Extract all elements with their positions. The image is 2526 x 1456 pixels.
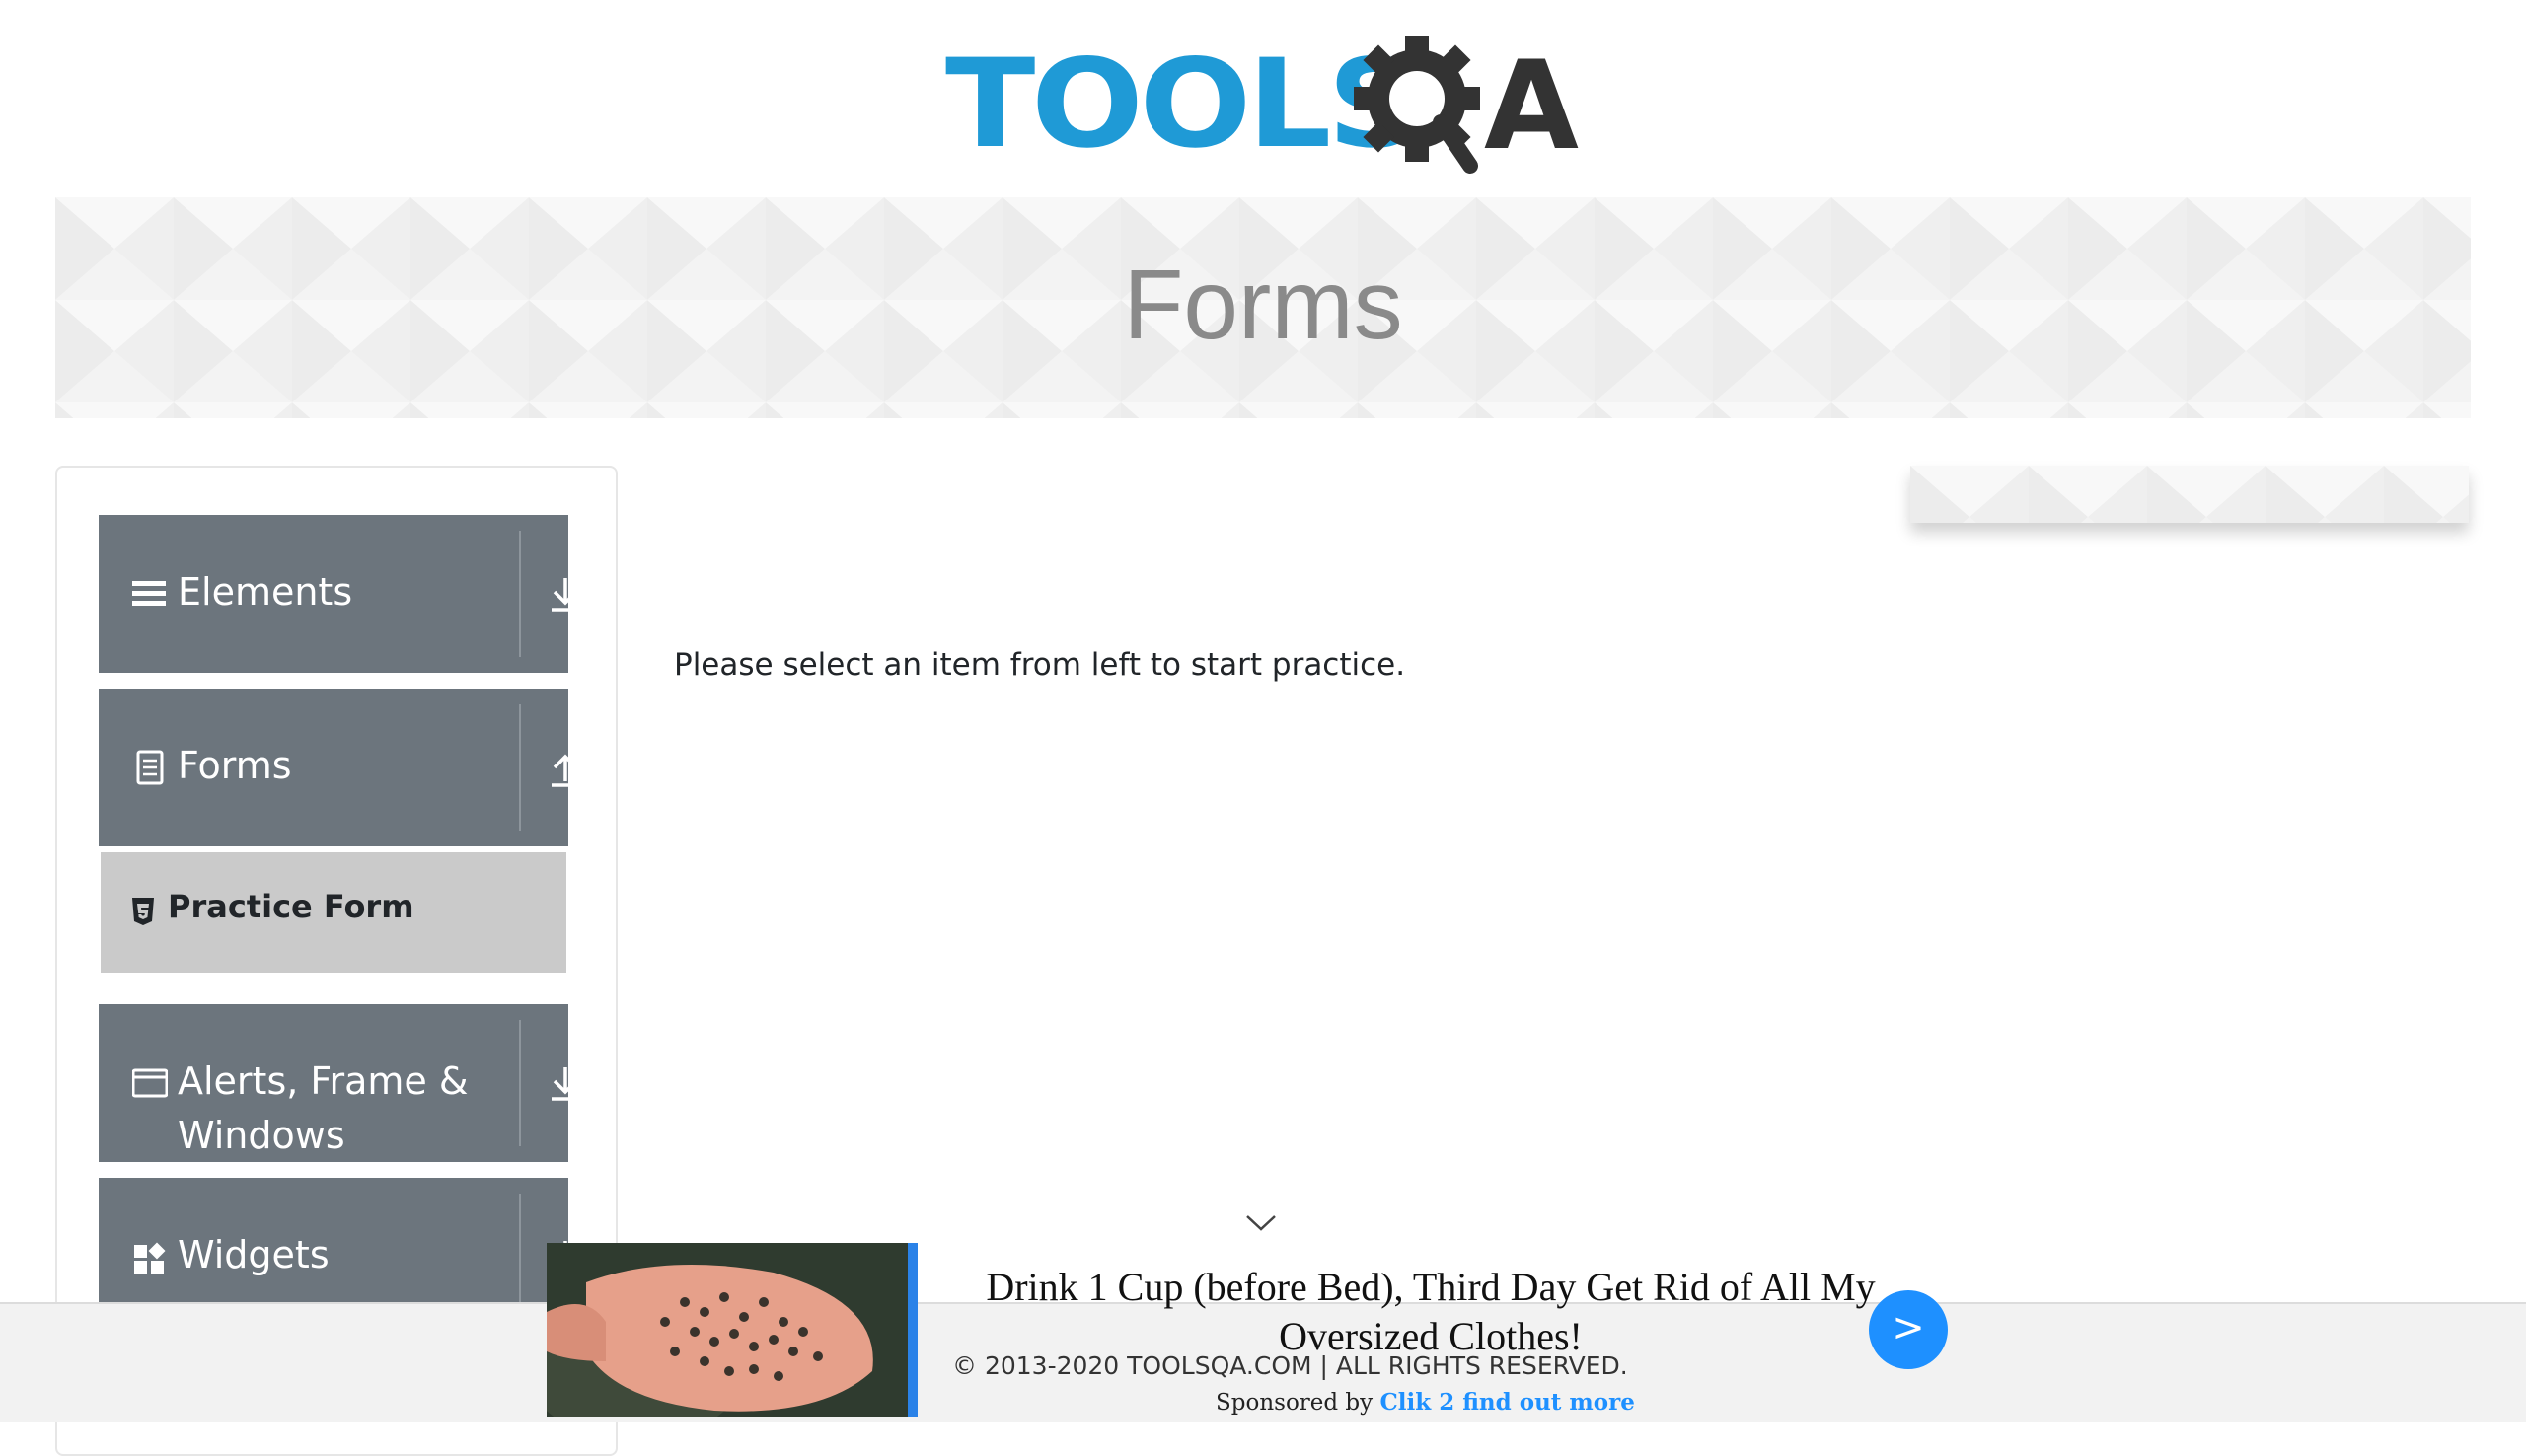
ad-photo xyxy=(547,1243,908,1417)
ad-pattern xyxy=(1910,466,2469,523)
document-icon xyxy=(136,750,164,785)
download-arrow-icon[interactable] xyxy=(549,574,582,616)
download-arrow-icon[interactable] xyxy=(549,1063,582,1105)
sidebar-group-label: Elements xyxy=(178,570,353,614)
group-divider xyxy=(519,704,521,831)
sidebar-group-alerts-frame-windows[interactable]: Alerts, Frame & Windows xyxy=(99,1004,579,1162)
sidebar-item-practice-form[interactable]: Practice Form xyxy=(101,852,566,973)
ad-headline-line1: Drink 1 Cup (before Bed), Third Day Get … xyxy=(986,1265,1876,1309)
sidebar-group-label-line1: Alerts, Frame & xyxy=(178,1059,469,1103)
widgets-icon xyxy=(134,1242,166,1274)
upload-arrow-icon[interactable] xyxy=(549,748,582,789)
ad-next-button[interactable]: > xyxy=(1869,1290,1948,1369)
sidebar-group-forms[interactable]: Forms xyxy=(99,689,579,846)
logo-letter: A xyxy=(1484,36,1579,178)
ad-image[interactable] xyxy=(547,1243,918,1417)
ad-headline[interactable]: Drink 1 Cup (before Bed), Third Day Get … xyxy=(937,1263,1924,1361)
ad-popup[interactable]: Drink 1 Cup (before Bed), Third Day Get … xyxy=(547,1243,1958,1417)
group-divider xyxy=(519,531,521,657)
sidebar-group-label-line2: Windows xyxy=(178,1114,345,1157)
page-banner: Forms xyxy=(55,197,2471,418)
instruction-text: Please select an item from left to start… xyxy=(674,647,1406,683)
sidebar-group-elements[interactable]: Elements xyxy=(99,515,579,673)
hamburger-icon xyxy=(132,581,166,606)
ad-headline-line2: Oversized Clothes! xyxy=(1279,1314,1583,1358)
sidebar-group-label: Forms xyxy=(178,744,292,787)
right-ad-placeholder[interactable] xyxy=(1910,466,2469,523)
sidebar-item-label: Practice Form xyxy=(168,888,414,925)
sidebar-group-label: Widgets xyxy=(178,1233,330,1276)
chevron-down-icon[interactable] xyxy=(1245,1213,1277,1233)
group-divider xyxy=(519,1020,521,1146)
html5-icon xyxy=(132,898,154,925)
window-icon xyxy=(132,1068,168,1098)
page-title: Forms xyxy=(1123,250,1403,360)
group-divider xyxy=(519,1194,521,1320)
logo-text: TOOLS xyxy=(945,34,1423,176)
toolsqa-logo[interactable]: TOOLS A xyxy=(945,28,1587,182)
